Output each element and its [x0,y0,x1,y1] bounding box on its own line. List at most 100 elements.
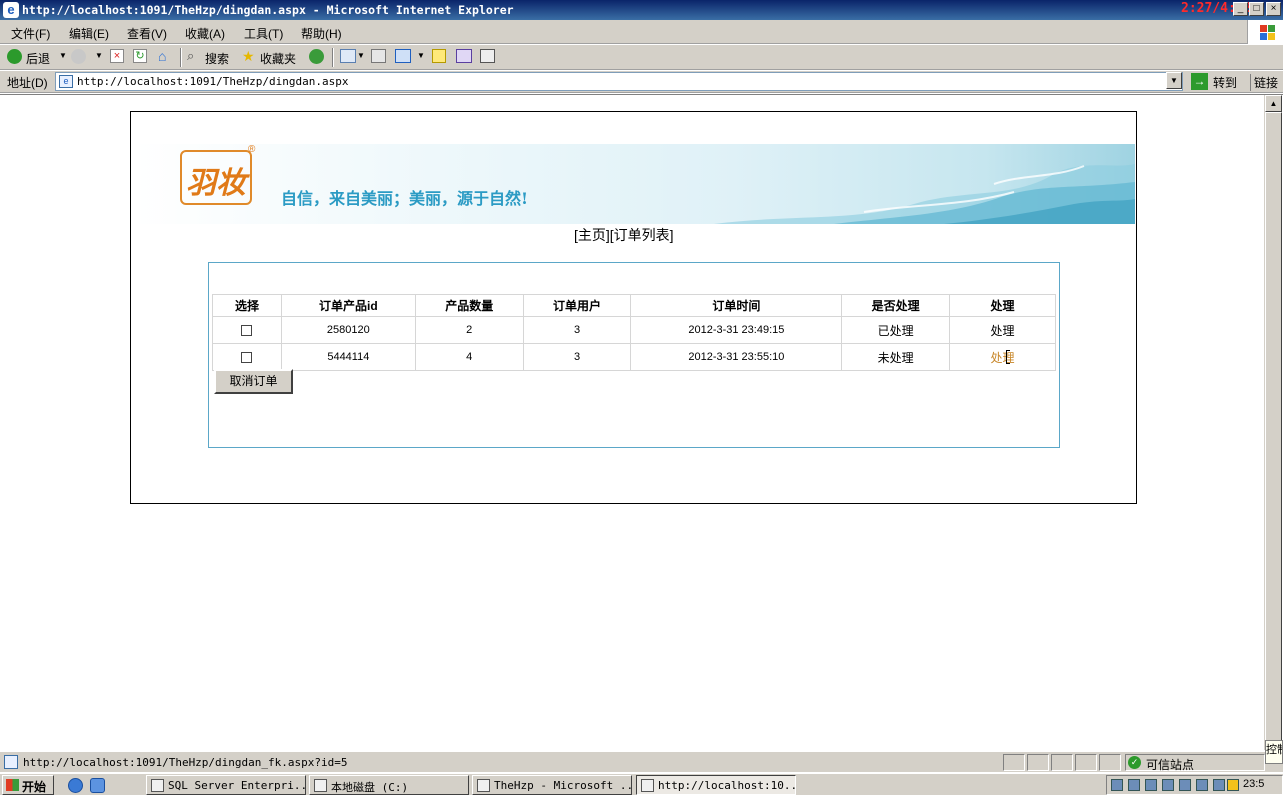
forward-arrow-icon[interactable] [71,49,86,64]
vertical-scrollbar[interactable]: ▲ [1264,95,1282,750]
menu-bar: 文件(F) 编辑(E) 查看(V) 收藏(A) 工具(T) 帮助(H) [0,20,1283,44]
menu-file[interactable]: 文件(F) [11,25,50,42]
task-local-disk[interactable]: 本地磁盘 (C:) [309,775,469,795]
links-button[interactable]: 链接 [1250,74,1278,91]
mail-dropdown-icon[interactable]: ▼ [357,51,365,60]
col-processed: 是否处理 [841,294,951,317]
back-arrow-icon[interactable] [7,49,22,64]
menu-view[interactable]: 查看(V) [127,25,167,42]
scroll-thumb[interactable] [1265,112,1282,750]
tray-icon[interactable] [1196,779,1208,791]
task-label: SQL Server Enterpri... [168,779,306,792]
task-visual-studio[interactable]: TheHzp - Microsoft ... [472,775,632,795]
registered-mark: ® [248,144,256,155]
maximize-button[interactable]: □ [1249,2,1264,16]
address-input[interactable]: e http://localhost:1091/TheHzp/dingdan.a… [55,72,1183,91]
edit-dropdown-icon[interactable]: ▼ [417,51,425,60]
zone-label: 可信站点 [1146,758,1195,772]
task-sql-server[interactable]: SQL Server Enterpri... [146,775,306,795]
print-icon[interactable] [371,49,386,63]
product-id-cell: 2580120 [280,316,416,344]
discuss-icon[interactable] [432,49,446,63]
minimize-button[interactable]: _ [1233,2,1248,16]
tray-icon[interactable] [1213,779,1225,791]
tray-clock: 23:5 [1243,778,1265,790]
task-ie-window[interactable]: http://localhost:10... [636,775,796,795]
action-cell: 处理 [949,316,1056,344]
col-user: 订单用户 [522,294,632,317]
page-nav: [主页][订单列表] [574,225,674,245]
action-cell: 处理 [949,343,1056,371]
status-text: http://localhost:1091/TheHzp/dingdan_fk.… [23,756,348,769]
cancel-order-button[interactable]: 取消订单 [214,369,293,394]
task-label: TheHzp - Microsoft ... [494,779,632,792]
status-cell: 已处理 [841,316,951,344]
nav-orders-link[interactable]: [订单列表] [610,227,674,243]
status-cell: 未处理 [841,343,951,371]
back-button[interactable]: 后退 [26,50,50,67]
tray-icon[interactable] [1227,779,1239,791]
mail-icon[interactable] [340,49,356,63]
row-select-cell [212,316,282,344]
process-link[interactable]: 处理 [991,324,1015,338]
refresh-icon[interactable]: ↻ [133,49,147,63]
messenger-icon[interactable] [456,49,472,63]
favorites-star-icon[interactable]: ★ [242,49,256,63]
taskbar: 开始 SQL Server Enterpri... 本地磁盘 (C:) TheH… [0,773,1283,795]
go-button[interactable]: 转到 [1213,74,1237,91]
address-label: 地址(D) [7,76,48,90]
trusted-check-icon: ✓ [1128,756,1141,769]
scroll-up-icon[interactable]: ▲ [1265,95,1282,112]
col-product-id: 订单产品id [280,294,416,317]
home-icon[interactable]: ⌂ [158,49,173,63]
page-status-icon [4,755,18,769]
row-select-cell [212,343,282,371]
ie-task-icon [641,779,654,792]
stop-icon[interactable]: × [110,49,124,63]
tray-icon[interactable] [1111,779,1123,791]
control-popup: 控制 [1265,740,1283,764]
start-label: 开始 [22,780,47,794]
tray-icon[interactable] [1162,779,1174,791]
quicklaunch-ie-icon[interactable] [68,778,83,793]
product-id-cell: 5444114 [280,343,416,371]
tray-icon[interactable] [1128,779,1140,791]
menu-favorites[interactable]: 收藏(A) [185,25,225,42]
forward-dropdown-icon[interactable]: ▼ [95,51,103,60]
disk-icon [314,779,327,792]
edit-icon[interactable] [395,49,411,63]
table-row: 2580120 2 3 2012-3-31 23:49:15 已处理 处理 [212,316,1056,344]
process-link[interactable]: 处理 [991,351,1015,365]
menu-tools[interactable]: 工具(T) [244,25,283,42]
time-cell: 2012-3-31 23:55:10 [630,343,843,371]
menu-edit[interactable]: 编辑(E) [69,25,109,42]
col-select: 选择 [212,294,282,317]
search-button[interactable]: 搜索 [205,50,229,67]
security-zone: ✓ 可信站点 [1125,754,1265,772]
start-button[interactable]: 开始 [2,775,54,795]
research-icon[interactable] [480,49,495,63]
favorites-button[interactable]: 收藏夹 [260,50,296,67]
table-header-row: 选择 订单产品id 产品数量 订单用户 订单时间 是否处理 处理 [212,294,1056,317]
close-button[interactable]: × [1266,2,1281,16]
back-dropdown-icon[interactable]: ▼ [59,51,67,60]
status-pane [1027,754,1049,771]
status-pane [1075,754,1097,771]
row-checkbox[interactable] [241,324,253,336]
col-time: 订单时间 [630,294,843,317]
row-checkbox[interactable] [241,351,253,363]
ie-icon: e [3,2,19,18]
menu-help[interactable]: 帮助(H) [301,25,342,42]
tray-icon[interactable] [1145,779,1157,791]
address-dropdown-icon[interactable]: ▼ [1166,72,1182,89]
tray-icon[interactable] [1179,779,1191,791]
go-arrow-icon[interactable]: → [1191,73,1208,90]
status-pane [1051,754,1073,771]
search-icon[interactable]: ⌕ [187,49,201,63]
address-url[interactable]: http://localhost:1091/TheHzp/dingdan.asp… [77,75,349,88]
quicklaunch-desktop-icon[interactable] [90,778,105,793]
history-icon[interactable] [309,49,324,64]
nav-home-link[interactable]: [主页] [574,227,610,243]
task-label: 本地磁盘 (C:) [331,781,409,794]
col-action: 处理 [949,294,1056,317]
